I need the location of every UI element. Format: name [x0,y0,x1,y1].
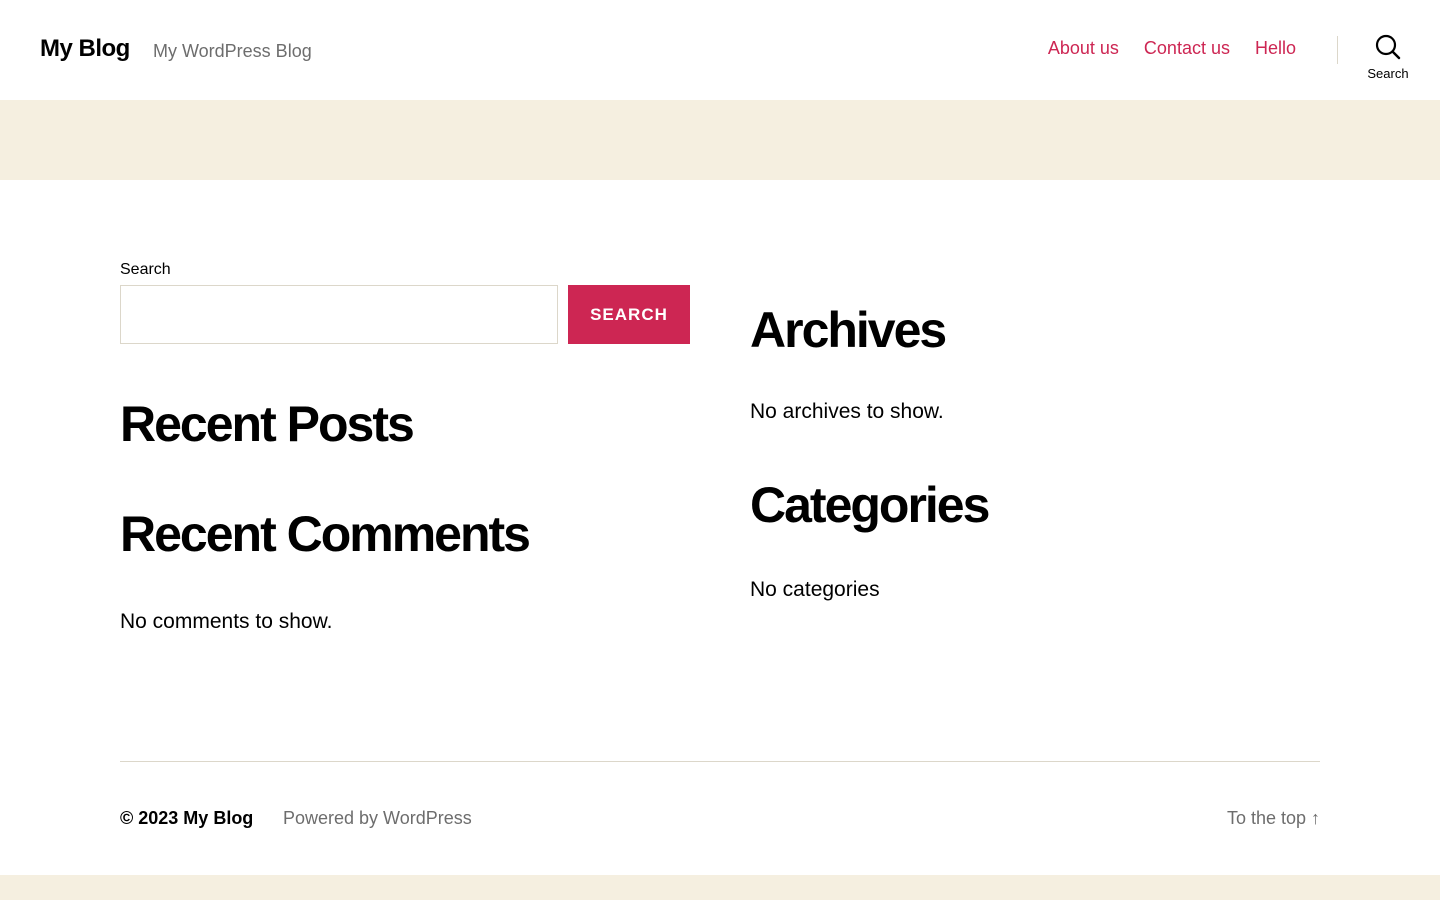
nav-divider [1337,36,1338,64]
nav-item-about-us[interactable]: About us [1048,38,1119,59]
search-toggle-label: Search [1367,66,1409,81]
search-input[interactable] [120,285,558,344]
site-header: My Blog My WordPress Blog About us Conta… [0,0,1440,100]
footer-powered-by-link[interactable]: Powered by WordPress [283,808,472,829]
footer-divider [120,761,1320,762]
search-widget-label: Search [120,261,171,278]
site-title[interactable]: My Blog [40,35,130,63]
categories-empty: No categories [750,578,880,601]
archives-heading: Archives [750,302,947,358]
archives-empty: No archives to show. [750,400,944,423]
footer-band [0,875,1440,900]
primary-nav: About us Contact us Hello [1048,38,1296,59]
recent-comments-empty: No comments to show. [120,610,333,633]
header-band [0,100,1440,180]
recent-posts-heading: Recent Posts [120,396,415,452]
categories-heading: Categories [750,477,990,533]
search-button[interactable]: SEARCH [568,285,690,344]
search-toggle-button[interactable]: Search [1358,34,1418,90]
recent-comments-heading: Recent Comments [120,506,531,562]
nav-item-contact-us[interactable]: Contact us [1144,38,1230,59]
search-icon [1375,34,1401,60]
site-description: My WordPress Blog [153,41,312,61]
nav-item-hello[interactable]: Hello [1255,38,1296,59]
footer-copyright[interactable]: © 2023 My Blog [120,808,253,829]
to-the-top-link[interactable]: To the top ↑ [1227,808,1320,829]
